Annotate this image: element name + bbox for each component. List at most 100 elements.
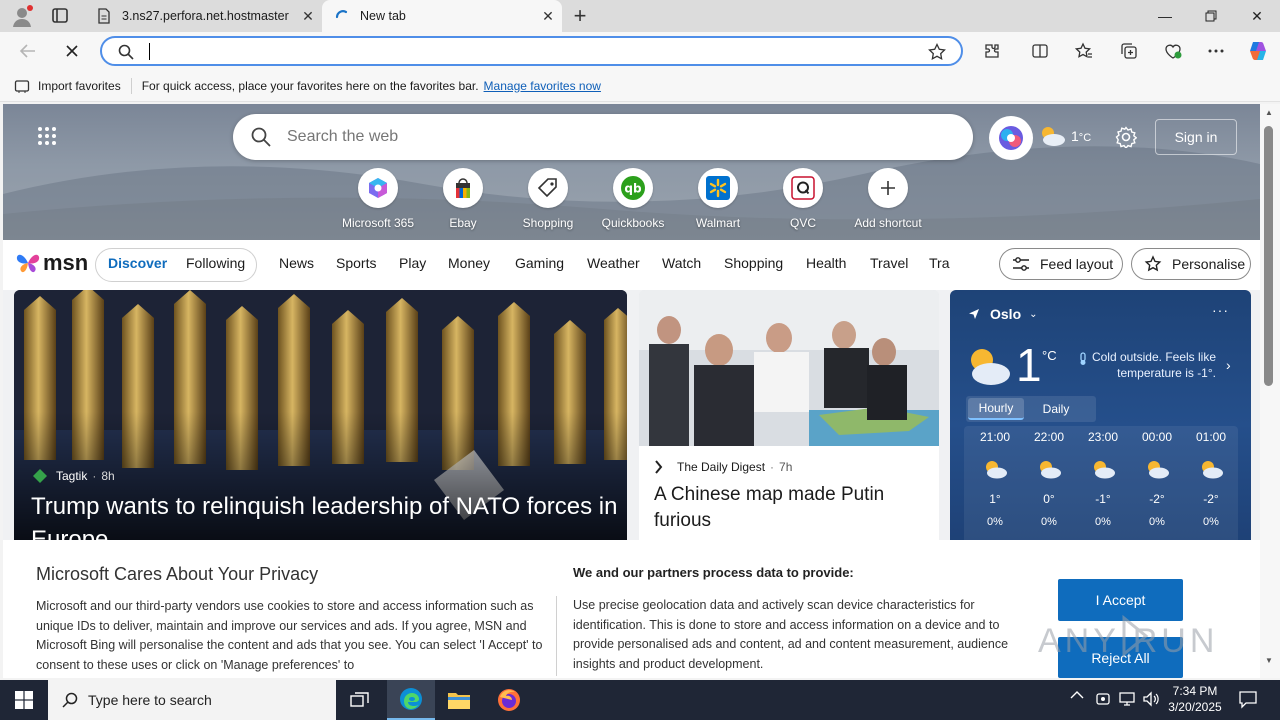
apps-grid-icon[interactable] [37,126,57,146]
accept-button[interactable]: I Accept [1058,579,1183,621]
nav-travel[interactable]: Travel [870,255,908,271]
profile-icon[interactable] [10,4,34,28]
tab-close-icon[interactable]: ✕ [294,2,322,30]
copilot-icon[interactable] [1242,35,1274,67]
shortcut-microsoft-365[interactable]: Microsoft 365 [335,168,421,230]
browser-essentials-icon[interactable] [1157,35,1189,67]
news-card-second[interactable]: The Daily Digest · 7h A Chinese map made… [639,290,939,560]
tab-close-icon[interactable]: ✕ [534,2,562,30]
new-tab-plus-icon[interactable]: + [568,3,592,28]
tab-hourly[interactable]: Hourly [968,398,1024,420]
nav-money[interactable]: Money [448,255,490,271]
news-card-main[interactable]: Tagtik · 8h Trump wants to relinquish le… [14,290,627,560]
web-search-box[interactable] [233,114,973,160]
copilot-icon [999,126,1023,150]
hour-column: 00:00 -2° 0% [1132,430,1182,528]
tab-hostmaster[interactable]: 3.ns27.perfora.net.hostmaster ✕ [84,0,322,32]
sign-in-button[interactable]: Sign in [1155,119,1237,155]
tab-following[interactable]: Following [186,255,245,271]
shortcut-shopping[interactable]: Shopping [505,168,591,230]
feed-layout-button[interactable]: Feed layout [999,248,1123,280]
minimize-icon[interactable]: — [1142,0,1188,32]
thermometer-icon [1078,352,1088,366]
chevron-up-icon[interactable] [1070,690,1084,700]
nav-shopping[interactable]: Shopping [724,255,783,271]
shortcut-walmart[interactable]: Walmart [675,168,761,230]
windows-start-icon[interactable] [0,680,48,720]
nav-more-truncated[interactable]: Tra [929,255,949,271]
shortcut-qvc[interactable]: QVC [760,168,846,230]
personalise-button[interactable]: Personalise [1131,248,1251,280]
nav-play[interactable]: Play [399,255,426,271]
device-icon[interactable] [1095,690,1111,708]
msn-wordmark: msn [43,250,89,275]
tab-actions-icon[interactable] [50,7,70,25]
task-view-icon[interactable] [336,680,384,720]
cloudy-weather-icon[interactable] [1038,124,1066,148]
more-options-icon[interactable] [1200,35,1232,67]
nav-weather[interactable]: Weather [587,255,640,271]
scroll-up-icon[interactable]: ▲ [1265,108,1273,117]
close-window-icon[interactable]: ✕ [1234,0,1280,32]
weather-location[interactable]: Oslo ⌄ [968,306,1038,322]
taskbar-search-box[interactable]: Type here to search [48,680,336,720]
extensions-icon[interactable] [976,35,1008,67]
nav-watch[interactable]: Watch [662,255,701,271]
manage-favorites-link[interactable]: Manage favorites now [484,79,601,93]
reject-all-button[interactable]: Reject All [1058,637,1183,678]
hour-column: 21:00 1° 0% [970,430,1020,528]
svg-text:qb: qb [624,182,642,196]
hour-temp: -1° [1095,492,1111,506]
import-favorites-icon[interactable] [14,78,30,94]
shortcut-add[interactable]: Add shortcut [845,168,931,230]
file-explorer-icon[interactable] [435,680,483,720]
nav-health[interactable]: Health [806,255,846,271]
shortcut-ebay[interactable]: Ebay [420,168,506,230]
meeting-photo [639,290,939,446]
nav-gaming[interactable]: Gaming [515,255,564,271]
page-scrollbar[interactable]: ▲ ▼ [1260,104,1280,678]
address-bar[interactable] [100,36,963,66]
personalise-label: Personalise [1172,256,1246,272]
clock[interactable]: 7:34 PM 3/20/2025 [1168,683,1222,715]
split-screen-icon[interactable] [1024,35,1056,67]
sliders-icon [1013,257,1029,271]
privacy-title: Microsoft Cares About Your Privacy [36,564,319,584]
edge-taskbar-icon[interactable] [387,680,435,720]
collections-icon[interactable] [1113,35,1145,67]
more-options-icon[interactable]: ··· [1212,302,1229,318]
tab-discover[interactable]: Discover [108,255,167,271]
firefox-icon[interactable] [485,680,533,720]
weather-summary[interactable]: 1°C [1071,128,1091,144]
volume-icon[interactable] [1142,690,1160,708]
shortcut-label: Add shortcut [854,216,922,230]
scroll-thumb[interactable] [1264,126,1273,386]
nav-sports[interactable]: Sports [336,255,376,271]
weather-card[interactable]: Oslo ⌄ ··· 1 °C Cold outside. Feels like… [950,290,1251,560]
favorites-hint: For quick access, place your favorites h… [141,78,479,93]
loading-icon [334,8,350,24]
scroll-down-icon[interactable]: ▼ [1265,656,1273,665]
favorite-star-icon[interactable] [928,43,946,61]
tab-new-tab[interactable]: New tab ✕ [322,0,562,32]
qvc-icon [783,168,823,208]
chevron-right-icon[interactable]: › [1226,357,1231,373]
settings-gear-icon[interactable] [1115,126,1137,148]
copilot-button[interactable] [989,116,1033,160]
back-arrow-icon[interactable] [12,35,44,67]
notifications-icon[interactable] [1238,689,1258,709]
stop-loading-icon[interactable] [56,35,88,67]
import-favorites-link[interactable]: Import favorites [38,79,121,93]
hour-precip: 0% [1041,516,1057,528]
nav-news[interactable]: News [279,255,314,271]
favorites-icon[interactable] [1068,35,1100,67]
network-icon[interactable] [1118,690,1136,708]
article-headline[interactable]: A Chinese map made Putin furious [654,482,929,534]
hour-time: 00:00 [1141,430,1173,444]
shortcut-quickbooks[interactable]: qb Quickbooks [590,168,676,230]
tab-daily[interactable]: Daily [1028,398,1084,420]
web-search-input[interactable] [287,126,887,148]
msn-logo[interactable]: msn [15,250,88,276]
address-input[interactable] [146,42,906,61]
restore-icon[interactable] [1188,0,1234,32]
